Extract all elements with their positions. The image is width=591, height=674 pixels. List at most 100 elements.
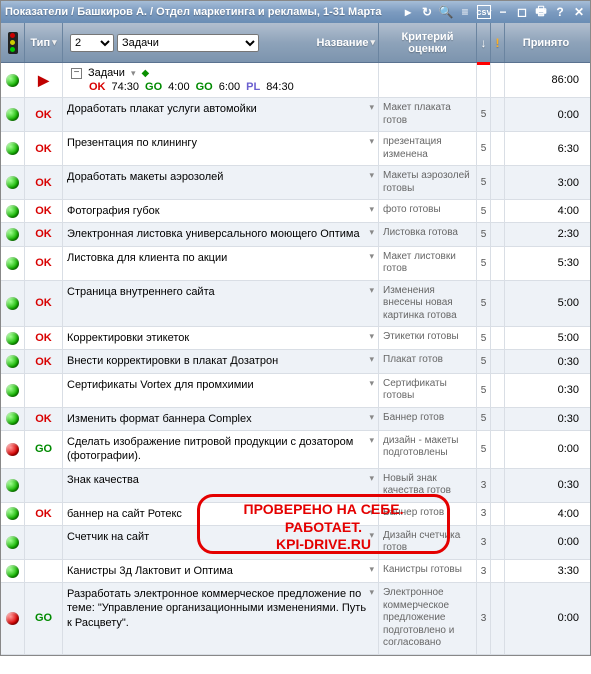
cell-warn [491, 526, 505, 559]
chevron-down-icon[interactable]: ▾ [369, 136, 374, 147]
cell-criteria: Листовка готова [379, 223, 477, 245]
header-warning[interactable]: ! [491, 23, 505, 62]
chevron-down-icon[interactable]: ▾ [369, 204, 374, 215]
header-criteria[interactable]: Критерий оценки [379, 23, 477, 62]
cell-accepted: 0:30 [505, 350, 587, 372]
table-header: Тип▾ 2 Задачи Название▾ Критерий оценки … [1, 23, 590, 63]
type-label: OK [35, 257, 52, 269]
cell-name: Счетчик на сайт▾ [63, 526, 379, 559]
cell-type: OK [25, 281, 63, 327]
task-name: Канистры 3д Лактовит и Оптима [67, 564, 367, 578]
chevron-down-icon[interactable]: ▾ [369, 530, 374, 541]
cell-light [1, 469, 25, 502]
chevron-down-icon[interactable]: ▾ [369, 251, 374, 262]
refresh-icon[interactable]: ↻ [420, 5, 434, 19]
table-row[interactable]: Сертификаты Vortex для промхимии▾Сертифи… [1, 374, 590, 408]
chevron-down-icon[interactable]: ▾ [369, 331, 374, 342]
cell-criteria: Макеты аэрозолей готовы [379, 166, 477, 199]
task-name: Корректировки этикеток [67, 331, 367, 345]
table-row[interactable]: OKИзменить формат баннера Complex▾Баннер… [1, 408, 590, 431]
header-type[interactable]: Тип▾ [25, 23, 63, 62]
header-sort-arrow[interactable]: ↓ [477, 23, 491, 62]
table-row[interactable]: Знак качества▾Новый знак качества готов3… [1, 469, 590, 503]
chevron-down-icon[interactable]: ▾ [369, 435, 374, 446]
cell-type [25, 526, 63, 559]
table-row[interactable]: OKСтраница внутреннего сайта▾Изменения в… [1, 281, 590, 328]
task-name: Доработать макеты аэрозолей [67, 170, 367, 184]
chevron-down-icon[interactable]: ▾ [369, 227, 374, 238]
cell-criteria: Канистры готовы [379, 560, 477, 582]
chevron-down-icon[interactable]: ▾ [369, 473, 374, 484]
table-row[interactable]: OKКорректировки этикеток▾Этикетки готовы… [1, 327, 590, 350]
summary-row: ▶−Задачи▾◆OK74:30 GO4:00 GO6:00 PL84:308… [1, 63, 590, 98]
cell-warn [491, 469, 505, 502]
help-icon[interactable]: ? [553, 5, 567, 19]
chevron-down-icon[interactable]: ▾ [369, 102, 374, 113]
table-row[interactable]: OKПрезентация по клинингу▾презентация из… [1, 132, 590, 166]
task-name: Внести корректировки в плакат Дозатрон [67, 354, 367, 368]
chevron-down-icon[interactable]: ▾ [369, 587, 374, 598]
cell-warn [491, 166, 505, 199]
status-light [6, 228, 19, 241]
cell-name: Листовка для клиента по акции▾ [63, 247, 379, 280]
cell-criteria: Дизайн счетчика готов [379, 526, 477, 559]
cell-accepted: 0:00 [505, 431, 587, 468]
table-row[interactable]: OKФотография губок▾фото готовы54:00 [1, 200, 590, 223]
search-icon[interactable]: 🔍 [439, 5, 453, 19]
table-row[interactable]: OKВнести корректировки в плакат Дозатрон… [1, 350, 590, 373]
nav-right-icon[interactable]: ▸ [401, 5, 415, 19]
diamond-icon[interactable]: ◆ [141, 68, 149, 79]
warning-icon: ! [496, 36, 500, 50]
chevron-down-icon[interactable]: ▾ [131, 68, 136, 79]
chevron-down-icon[interactable]: ▾ [369, 170, 374, 181]
cell-criteria: Макет плаката готов [379, 98, 477, 131]
cell-warn [491, 281, 505, 327]
cell-name: Доработать плакат услуги автомойки▾ [63, 98, 379, 131]
type-label: OK [35, 332, 52, 344]
table-row[interactable]: Счетчик на сайт▾Дизайн счетчика готов30:… [1, 526, 590, 560]
cell-criteria: дизайн - макеты подготовлены [379, 431, 477, 468]
chevron-down-icon[interactable]: ▾ [369, 354, 374, 365]
type-label: OK [35, 143, 52, 155]
chevron-down-icon[interactable]: ▾ [369, 285, 374, 296]
status-light [6, 536, 19, 549]
table-row[interactable]: OKЭлектронная листовка универсального мо… [1, 223, 590, 246]
play-icon[interactable]: ▶ [38, 72, 49, 89]
level-select[interactable]: 2 [70, 34, 114, 52]
table-row[interactable]: OKДоработать макеты аэрозолей▾Макеты аэр… [1, 166, 590, 200]
close-icon[interactable]: ✕ [572, 5, 586, 19]
type-label: OK [35, 177, 52, 189]
window-title: Показатели / Башкиров А. / Отдел маркети… [5, 6, 401, 18]
cell-light [1, 132, 25, 165]
cell-priority: 5 [477, 374, 491, 407]
table-row[interactable]: Канистры 3д Лактовит и Оптима▾ Канистры г… [1, 560, 590, 583]
cell-accepted: 2:30 [505, 223, 587, 245]
cell-accepted: 0:00 [505, 98, 587, 131]
header-name-label: Название [317, 37, 369, 49]
maximize-icon[interactable]: ◻ [515, 5, 529, 19]
chevron-down-icon[interactable]: ▾ [369, 564, 374, 575]
cell-name: Доработать макеты аэрозолей▾ [63, 166, 379, 199]
filter-select[interactable]: Задачи [117, 34, 259, 52]
arrow-down-icon: ↓ [481, 36, 487, 50]
header-accepted[interactable]: Принято [505, 23, 587, 62]
link-icon[interactable]: ≡ [458, 5, 472, 19]
cell-warn [491, 583, 505, 654]
table-row[interactable]: OKбаннер на сайт Ротекс▾Баннер готов34:0… [1, 503, 590, 526]
table-row[interactable]: OKЛистовка для клиента по акции▾Макет ли… [1, 247, 590, 281]
csv-icon[interactable]: csv [477, 5, 491, 19]
minimize-icon[interactable]: − [496, 5, 510, 19]
table-row[interactable]: GOСделать изображение питровой продукции… [1, 431, 590, 469]
collapse-toggle[interactable]: − [71, 68, 82, 79]
header-traffic[interactable] [1, 23, 25, 62]
chevron-down-icon[interactable]: ▾ [369, 378, 374, 389]
table-row[interactable]: GOРазработать электронное коммерческое п… [1, 583, 590, 655]
table-row[interactable]: OKДоработать плакат услуги автомойки▾Мак… [1, 98, 590, 132]
cell-type: OK [25, 200, 63, 222]
cell-type: OK [25, 98, 63, 131]
cell-accepted: 5:00 [505, 281, 587, 327]
chevron-down-icon[interactable]: ▾ [369, 412, 374, 423]
print-icon[interactable]: 🖶 [534, 5, 548, 19]
status-light [6, 384, 19, 397]
chevron-down-icon[interactable]: ▾ [369, 507, 374, 518]
